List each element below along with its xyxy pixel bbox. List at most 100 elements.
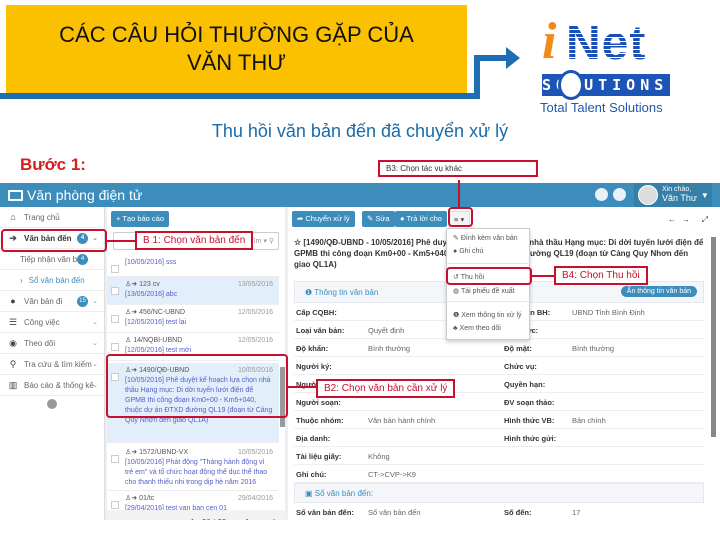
- callout-line: [107, 240, 135, 242]
- chat-icon[interactable]: [613, 188, 626, 201]
- sidebar-collapse-button[interactable]: [0, 396, 104, 412]
- section-title: Sổ văn bản đến:: [314, 489, 374, 498]
- slide-title-text: CÁC CÂU HỎI THƯỜNG GẶP CỦA VĂN THƯ: [59, 22, 414, 75]
- logo-i: i: [542, 13, 557, 70]
- search-icon: ⚲: [9, 358, 17, 369]
- list-item-number: ♙➜ 123 cv: [125, 281, 160, 288]
- slide-footer: [0, 520, 720, 540]
- bar-chart-icon: ▥: [8, 379, 18, 390]
- list-item-date: 13/05/2016: [237, 281, 273, 288]
- reply-label: Trả lời cho: [406, 214, 442, 223]
- app-brand-text: Văn phòng điện tử: [27, 187, 143, 203]
- app-header: Văn phòng điện tử Xin chào, Văn Thư ▼: [0, 183, 720, 207]
- sidebar-item-home[interactable]: ⌂ Trang chủ: [0, 207, 104, 228]
- callout-step1: B 1: Chọn văn bản đến: [135, 231, 254, 250]
- sidebar-item-follow[interactable]: ◉ Theo dõi ⌄: [0, 333, 104, 354]
- sidebar-item-receive[interactable]: Tiếp nhận văn bản 4: [0, 249, 104, 270]
- edit-button[interactable]: ✎ Sửa: [362, 211, 395, 227]
- field-row: Ghi chú: CT->CVP->K9: [294, 465, 704, 483]
- hide-info-button[interactable]: Ẩn thông tin văn bản: [620, 286, 697, 297]
- chevron-down-icon: ⌄: [92, 340, 98, 347]
- menu-label: Xem thông tin xử lý: [461, 312, 522, 319]
- list-item[interactable]: ♙➜ 01/tc 29/04/2016 [29/04/2016] test van …: [107, 491, 279, 511]
- create-report-button[interactable]: + Tạo báo cáo: [111, 211, 170, 227]
- list-item-text: [10/05/2016] Phát động "Tháng hành động …: [125, 459, 268, 486]
- list-item[interactable]: ♙➜ 1572/UBND-VX 10/05/2016 [10/05/2016] Ph…: [107, 445, 279, 491]
- caret-down-icon: ▼: [700, 190, 709, 200]
- user-greeting: Xin chào, Văn Thư: [662, 186, 697, 204]
- search-icon: ⚲: [268, 238, 274, 245]
- checkbox[interactable]: [111, 315, 119, 323]
- circle-icon: ●: [10, 296, 16, 306]
- back-icon[interactable]: ←: [668, 215, 676, 224]
- chevron-down-icon: ⌄: [92, 298, 98, 305]
- section-title: Thông tin văn bản: [314, 288, 379, 297]
- user-menu[interactable]: Xin chào, Văn Thư ▼: [634, 183, 712, 207]
- sidebar-label: Sổ văn bản đến: [28, 275, 85, 285]
- menu-label: Đính kèm văn bản: [460, 235, 518, 242]
- logo-net: Net: [566, 17, 647, 70]
- list-icon: ☰: [8, 316, 18, 327]
- list-item[interactable]: ♙➜ 123 cv 13/05/2016 [13/05/2016] abc: [107, 277, 279, 305]
- checkbox[interactable]: [111, 455, 119, 463]
- list-item-number: ♙➜ 1572/UBND-VX: [125, 449, 189, 456]
- menu-item-attach[interactable]: ✎ Đính kèm văn bản: [453, 234, 518, 242]
- book-section-header: ▣ Sổ văn bản đến:: [294, 483, 704, 503]
- callout-line: [532, 275, 556, 277]
- menu-item-download-proposal[interactable]: ◍ Tải phiếu đề xuất: [453, 287, 515, 295]
- menu-divider: [447, 301, 531, 302]
- scrollbar[interactable]: [711, 237, 716, 437]
- list-item-date: 12/05/2016: [237, 309, 273, 316]
- callout-line: [288, 386, 318, 388]
- list-item-text: [10/05/2016] sss: [125, 259, 177, 266]
- sidebar-item-outgoing[interactable]: ● Văn bản đi 15 ⌄: [0, 291, 104, 312]
- sidebar-label: Báo cáo & thống kê: [24, 380, 94, 390]
- inet-logo: i Net SOLUTIONS Total Talent Solutions: [538, 12, 672, 120]
- app-brand[interactable]: Văn phòng điện tử: [8, 187, 142, 203]
- list-item-date: 12/05/2016: [237, 337, 273, 344]
- sidebar-item-search[interactable]: ⚲ Tra cứu & tìm kiếm ⌄: [0, 354, 104, 375]
- edit-label: Sửa: [375, 214, 390, 223]
- forward-icon[interactable]: →: [682, 215, 690, 224]
- callout-step4: B4: Chọn Thu hồi: [554, 266, 648, 285]
- list-item-number: ♙➜ 456/NC-UBND: [125, 309, 185, 316]
- field-row: Tài liệu giấy: Không: [294, 447, 704, 465]
- chevron-down-icon: ⌄: [92, 361, 98, 368]
- slide-title: CÁC CÂU HỎI THƯỜNG GẶP CỦA VĂN THƯ: [6, 5, 467, 93]
- reply-button[interactable]: ● Trả lời cho: [395, 211, 447, 227]
- download-icon: ◍: [453, 288, 460, 295]
- list-item[interactable]: ♙➜ 456/NC-UBND 12/05/2016 [12/05/2016] tes…: [107, 305, 279, 333]
- sidebar-item-tasks[interactable]: ☰ Công việc ⌄: [0, 312, 104, 333]
- chevron-right-icon: ›: [20, 275, 23, 285]
- menu-item-view-tracking[interactable]: ♣ Xem theo dõi: [453, 325, 501, 332]
- globe-icon[interactable]: [595, 188, 608, 201]
- sidebar-item-reports[interactable]: ▥ Báo cáo & thống kê ⌄: [0, 375, 104, 396]
- checkbox[interactable]: [111, 265, 119, 273]
- slide-subtitle: Thu hồi văn bản đến đã chuyển xử lý: [211, 121, 509, 141]
- highlight-recall-item: [446, 267, 532, 285]
- list-item-text: [13/05/2016] abc: [125, 291, 178, 298]
- logo-tagline: Total Talent Solutions: [540, 100, 663, 115]
- checkbox[interactable]: [111, 287, 119, 295]
- callout-step3: B3: Chọn tác vụ khác: [378, 160, 538, 177]
- list-item-number: ♙ 14/NQBI-UBND: [125, 337, 183, 344]
- sitemap-icon: ♣: [453, 325, 458, 332]
- checkbox[interactable]: [111, 343, 119, 351]
- checkbox[interactable]: [111, 501, 119, 509]
- field-row: Độ khẩn: Bình thường Độ mật: Bình thường: [294, 339, 704, 357]
- sidebar-item-incoming-book[interactable]: › Sổ văn bản đến: [0, 270, 104, 291]
- expand-icon[interactable]: ⤢: [702, 215, 708, 225]
- chevron-down-icon: ⌄: [92, 382, 98, 389]
- sidebar-label: Văn bản đi: [24, 296, 63, 306]
- user-name: Văn Thư: [662, 193, 697, 203]
- list-item-date: 10/05/2016: [237, 449, 273, 456]
- comment-icon: ●: [453, 248, 458, 255]
- decor-line: [0, 93, 480, 99]
- forward-button[interactable]: ➦ Chuyển xử lý: [292, 211, 355, 227]
- menu-item-note[interactable]: ● Ghi chú: [453, 248, 483, 255]
- decor-arrow-stem: [474, 55, 508, 61]
- list-item[interactable]: [10/05/2016] sss: [107, 255, 279, 277]
- callout-step2: B2: Chọn văn bản cần xử lý: [316, 379, 456, 398]
- field-row: Sổ văn bản đến: Sổ văn bản đến Số đến: 17: [294, 503, 704, 520]
- menu-item-view-processing[interactable]: ❶ Xem thông tin xử lý: [453, 311, 522, 319]
